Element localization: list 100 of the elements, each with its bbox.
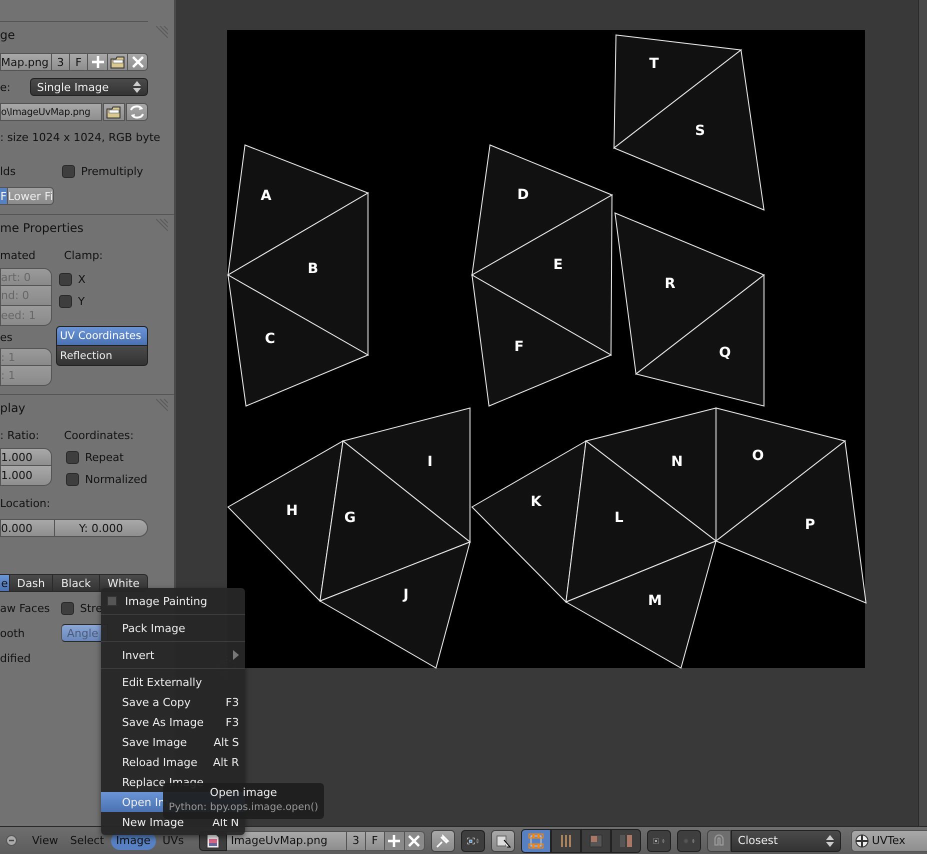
uv-sync-icon bbox=[494, 832, 511, 848]
image-name-field[interactable]: Map.png bbox=[0, 53, 52, 71]
menu-item[interactable]: Save a Copy F3 bbox=[101, 692, 245, 712]
face-label: K bbox=[530, 494, 542, 510]
checkbox[interactable]: Stre bbox=[61, 599, 102, 617]
fake-user-button[interactable]: F bbox=[366, 830, 385, 850]
label: es bbox=[0, 330, 14, 346]
face-label: Q bbox=[719, 345, 731, 361]
select-mode-button[interactable] bbox=[520, 828, 551, 852]
toggle-button[interactable]: Black bbox=[53, 574, 100, 592]
menu-item[interactable]: Save Image Alt S bbox=[101, 732, 245, 752]
select-mode-button[interactable] bbox=[610, 828, 641, 852]
toggle-button[interactable]: F bbox=[0, 187, 8, 205]
face-label: B bbox=[308, 261, 318, 277]
reload-icon bbox=[129, 104, 145, 120]
close-icon bbox=[130, 54, 146, 70]
toggle-button[interactable]: Dash bbox=[10, 574, 53, 592]
unlink-button[interactable] bbox=[128, 53, 148, 71]
label: : Ratio: bbox=[0, 428, 40, 442]
label: Location: bbox=[0, 496, 50, 510]
face-label: M bbox=[648, 593, 662, 609]
grip-icon bbox=[156, 219, 168, 231]
checkbox[interactable]: Y bbox=[56, 292, 148, 310]
face-label: G bbox=[344, 510, 356, 526]
source-dropdown[interactable]: Single Image bbox=[30, 78, 148, 96]
label: dified bbox=[0, 652, 31, 664]
face-label: C bbox=[264, 331, 276, 347]
updown-arrows-icon bbox=[133, 81, 141, 93]
uv-map-field[interactable]: UVTex bbox=[850, 830, 927, 852]
face-label: H bbox=[286, 503, 298, 519]
file-browse-button[interactable] bbox=[103, 103, 125, 121]
face-label: N bbox=[671, 454, 683, 470]
label: lds bbox=[0, 164, 17, 178]
sync-button[interactable] bbox=[490, 830, 515, 852]
label: Clamp: bbox=[64, 248, 103, 262]
number-field[interactable]: 0.000 bbox=[0, 519, 55, 537]
label: e: bbox=[0, 80, 12, 94]
face-label: E bbox=[553, 257, 563, 273]
face-label: A bbox=[260, 188, 272, 204]
grip-icon bbox=[156, 26, 168, 38]
grip-icon bbox=[156, 399, 168, 411]
plus-icon bbox=[90, 54, 106, 70]
panel-header[interactable]: play bbox=[0, 401, 26, 415]
checker-sphere-icon bbox=[854, 834, 869, 848]
pin-button[interactable] bbox=[430, 830, 455, 852]
folder-icon bbox=[106, 104, 122, 120]
number-field[interactable]: 1.000 bbox=[0, 466, 52, 486]
label: aw Faces bbox=[0, 602, 51, 614]
checkbox[interactable]: Premultiply bbox=[62, 162, 144, 180]
submenu-arrow-icon bbox=[233, 650, 239, 660]
checkbox[interactable]: Normalized bbox=[63, 470, 148, 488]
select-mode-button[interactable] bbox=[550, 828, 581, 852]
updown-arrows-icon bbox=[826, 834, 834, 846]
new-image-button[interactable] bbox=[384, 830, 405, 850]
sticky-select-dropdown[interactable] bbox=[646, 830, 671, 852]
reload-button[interactable] bbox=[126, 103, 148, 121]
checkbox[interactable]: Repeat bbox=[63, 448, 148, 466]
fake-user-button[interactable]: F bbox=[70, 53, 88, 71]
island-select-icon bbox=[618, 832, 634, 848]
open-image-button[interactable] bbox=[108, 53, 128, 71]
filepath-field[interactable]: o\ImageUvMap.png bbox=[0, 103, 102, 121]
image-name-field[interactable]: ImageUvMap.png bbox=[226, 830, 347, 850]
menu-item[interactable]: Reload Image Alt R bbox=[101, 752, 245, 772]
menu-item[interactable]: Edit Externally bbox=[101, 672, 245, 692]
label: ooth bbox=[0, 626, 26, 640]
face-label: P bbox=[804, 517, 816, 533]
face-label: J bbox=[403, 587, 409, 603]
toggle-button[interactable]: e bbox=[0, 574, 10, 592]
face-label: T bbox=[649, 56, 659, 72]
proportional-dropdown[interactable] bbox=[676, 830, 701, 852]
select-mode-button[interactable] bbox=[580, 828, 611, 852]
user-count-button[interactable]: 3 bbox=[346, 830, 366, 850]
new-image-button[interactable] bbox=[88, 53, 108, 71]
snap-button[interactable] bbox=[706, 830, 731, 852]
menu-item[interactable]: Save As Image F3 bbox=[101, 712, 245, 732]
uv-layout-drawing[interactable]: T S A B C D E F R Q I H G J K N O L P M bbox=[227, 34, 867, 669]
number-field[interactable]: Y: 0.000 bbox=[55, 519, 148, 537]
checkbox[interactable]: X bbox=[56, 270, 148, 288]
pivot-dropdown[interactable] bbox=[460, 830, 485, 852]
face-label: R bbox=[664, 276, 676, 292]
mapping-option[interactable]: Reflection bbox=[56, 346, 148, 366]
unlink-button[interactable] bbox=[404, 830, 425, 850]
label: : size 1024 x 1024, RGB byte bbox=[0, 130, 160, 144]
panel-header[interactable]: me Properties bbox=[0, 221, 84, 235]
face-label: F bbox=[514, 339, 524, 355]
user-count-button[interactable]: 3 bbox=[52, 53, 70, 71]
circle-icon bbox=[6, 835, 17, 846]
snap-target-dropdown[interactable]: Closest bbox=[730, 830, 841, 852]
face-label: D bbox=[517, 187, 529, 203]
folder-icon bbox=[110, 54, 126, 70]
face-label: I bbox=[427, 454, 433, 470]
mapping-option[interactable]: UV Coordinates bbox=[56, 326, 148, 346]
close-icon bbox=[406, 832, 422, 848]
plus-icon bbox=[386, 832, 402, 848]
panel-header[interactable]: ge bbox=[0, 28, 15, 42]
label: Coordinates: bbox=[64, 428, 134, 442]
number-field[interactable]: 1.000 bbox=[0, 448, 52, 466]
label: mated bbox=[0, 248, 37, 262]
face-label: O bbox=[752, 448, 764, 464]
vertex-select-icon bbox=[528, 832, 544, 848]
